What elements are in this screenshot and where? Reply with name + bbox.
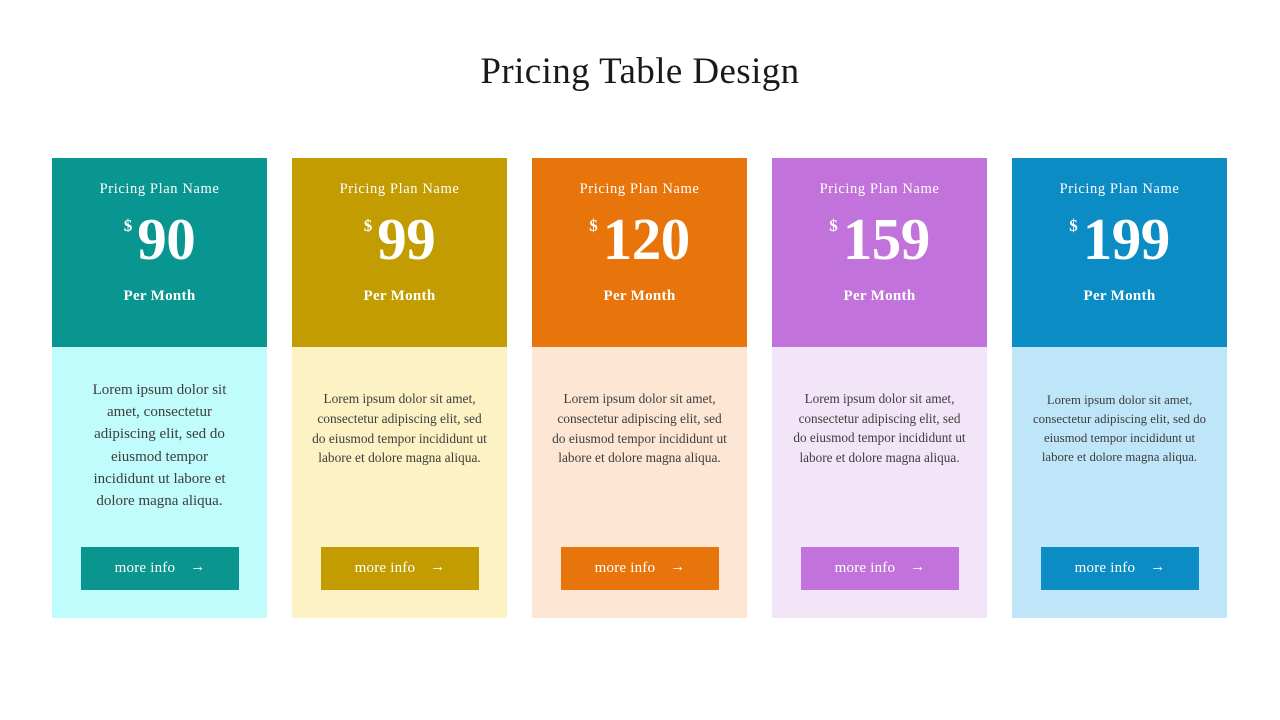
pricing-card-body: Lorem ipsum dolor sit amet, consectetur … (532, 347, 747, 618)
currency-symbol: $ (1069, 215, 1078, 235)
more-info-button-label: more info (1074, 560, 1136, 576)
price-amount: 120 (602, 205, 691, 272)
currency-symbol: $ (829, 215, 838, 235)
currency-symbol: $ (123, 215, 133, 235)
pricing-card[interactable]: Pricing Plan Name $ 90 Per Month Lorem i… (52, 158, 267, 618)
pricing-card[interactable]: Pricing Plan Name $ 199 Per Month Lorem … (1012, 158, 1227, 618)
plan-description: Lorem ipsum dolor sit amet, consectetur … (92, 382, 227, 509)
more-info-button[interactable]: more info → (81, 547, 239, 590)
more-info-button-label: more info (114, 560, 176, 576)
more-info-button[interactable]: more info → (561, 547, 719, 590)
price-line: $ 99 (363, 205, 436, 272)
pricing-card-body: Lorem ipsum dolor sit amet, consectetur … (292, 347, 507, 618)
price-amount: 159 (842, 205, 931, 272)
plan-name: Pricing Plan Name (579, 181, 700, 197)
plan-description: Lorem ipsum dolor sit amet, consectetur … (793, 391, 966, 465)
page-title: Pricing Table Design (480, 51, 800, 92)
more-info-button-label: more info (594, 560, 656, 576)
pricing-table-slide: Pricing Table Design Pricing Plan Name $… (0, 0, 1280, 720)
arrow-right-icon: → (670, 559, 686, 575)
more-info-button[interactable]: more info → (321, 547, 479, 590)
arrow-right-icon: → (910, 559, 926, 575)
plan-name: Pricing Plan Name (819, 181, 940, 197)
price-amount: 99 (377, 205, 436, 272)
arrow-right-icon: → (190, 559, 206, 575)
currency-symbol: $ (589, 215, 598, 235)
plan-description: Lorem ipsum dolor sit amet, consectetur … (552, 391, 727, 466)
arrow-right-icon: → (1150, 559, 1166, 575)
price-amount: 90 (137, 205, 196, 272)
more-info-button-label: more info (354, 560, 416, 576)
plan-name: Pricing Plan Name (1059, 181, 1180, 197)
billing-period: Per Month (603, 287, 676, 304)
currency-symbol: $ (363, 215, 373, 235)
pricing-card[interactable]: Pricing Plan Name $ 99 Per Month Lorem i… (292, 158, 507, 618)
price-amount: 199 (1082, 205, 1171, 272)
pricing-cards-row: Pricing Plan Name $ 90 Per Month Lorem i… (52, 158, 1228, 618)
plan-name: Pricing Plan Name (99, 181, 220, 197)
more-info-button-label: more info (834, 560, 896, 576)
pricing-card-header: Pricing Plan Name $ 90 Per Month (52, 158, 267, 347)
more-info-button[interactable]: more info → (1041, 547, 1199, 590)
pricing-card-header: Pricing Plan Name $ 99 Per Month (292, 158, 507, 347)
billing-period: Per Month (843, 287, 916, 304)
billing-period: Per Month (123, 287, 196, 304)
pricing-card-header: Pricing Plan Name $ 159 Per Month (772, 158, 987, 347)
pricing-card-body: Lorem ipsum dolor sit amet, consectetur … (772, 347, 987, 618)
pricing-card[interactable]: Pricing Plan Name $ 120 Per Month Lorem … (532, 158, 747, 618)
billing-period: Per Month (1083, 287, 1156, 304)
plan-description: Lorem ipsum dolor sit amet, consectetur … (312, 391, 487, 466)
price-line: $ 90 (123, 205, 196, 272)
price-line: $ 159 (829, 205, 931, 272)
pricing-card-header: Pricing Plan Name $ 120 Per Month (532, 158, 747, 347)
more-info-button[interactable]: more info → (801, 547, 959, 590)
pricing-card[interactable]: Pricing Plan Name $ 159 Per Month Lorem … (772, 158, 987, 618)
pricing-card-body: Lorem ipsum dolor sit amet, consectetur … (52, 347, 267, 618)
plan-description: Lorem ipsum dolor sit amet, consectetur … (1032, 393, 1207, 464)
arrow-right-icon: → (430, 559, 446, 575)
price-line: $ 199 (1069, 205, 1171, 272)
pricing-card-header: Pricing Plan Name $ 199 Per Month (1012, 158, 1227, 347)
price-line: $ 120 (589, 205, 691, 272)
pricing-card-body: Lorem ipsum dolor sit amet, consectetur … (1012, 347, 1227, 618)
plan-name: Pricing Plan Name (339, 181, 460, 197)
billing-period: Per Month (363, 287, 436, 304)
